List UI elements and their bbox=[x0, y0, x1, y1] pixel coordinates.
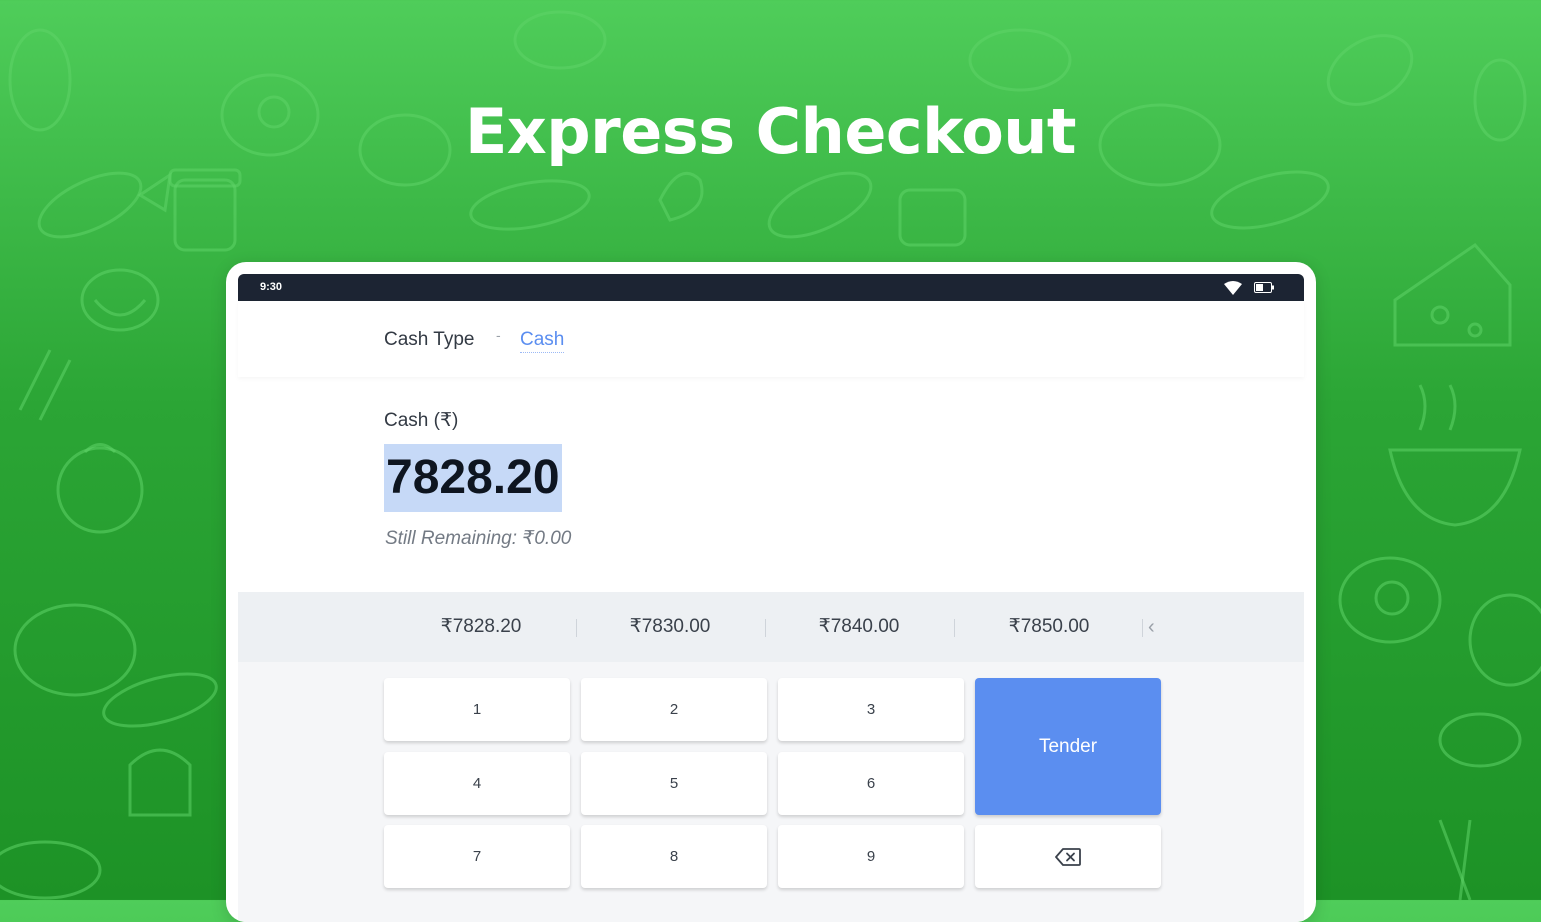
keypad-key-7[interactable]: 7 bbox=[384, 825, 570, 888]
cash-type-dropdown[interactable]: Cash bbox=[520, 329, 565, 353]
wifi-icon bbox=[1224, 281, 1242, 295]
keypad-key-2[interactable]: 2 bbox=[581, 678, 767, 741]
cash-amount-input[interactable]: 7828.20 bbox=[384, 444, 562, 512]
keypad-key-4[interactable]: 4 bbox=[384, 752, 570, 815]
keypad-key-8[interactable]: 8 bbox=[581, 825, 767, 888]
still-remaining-text: Still Remaining: ₹0.00 bbox=[385, 528, 572, 549]
tablet-device-frame: 9:30 Cash Type - Cash Cash (₹) 7828.20 S… bbox=[226, 262, 1316, 922]
quick-amount-button[interactable]: ₹7830.00 bbox=[575, 592, 765, 662]
status-bar: 9:30 bbox=[238, 274, 1304, 301]
keypad-key-6[interactable]: 6 bbox=[778, 752, 964, 815]
numeric-keypad: 1 2 3 4 5 6 7 8 9 Tender bbox=[238, 662, 1304, 922]
quick-amount-divider bbox=[1142, 619, 1143, 637]
backspace-icon bbox=[1055, 848, 1081, 866]
quick-amount-bar: ₹7828.20 ₹7830.00 ₹7840.00 ₹7850.00 ‹ bbox=[238, 592, 1304, 662]
cash-type-separator: - bbox=[496, 327, 501, 343]
backspace-button[interactable] bbox=[975, 825, 1161, 888]
cash-type-row: Cash Type - Cash bbox=[238, 301, 1304, 377]
keypad-key-1[interactable]: 1 bbox=[384, 678, 570, 741]
tender-button[interactable]: Tender bbox=[975, 678, 1161, 815]
quick-amount-button[interactable]: ₹7850.00 bbox=[954, 592, 1144, 662]
status-time: 9:30 bbox=[260, 281, 283, 293]
page-headline: Express Checkout bbox=[464, 95, 1077, 168]
battery-icon bbox=[1254, 282, 1274, 293]
quick-amount-button[interactable]: ₹7840.00 bbox=[764, 592, 954, 662]
keypad-key-9[interactable]: 9 bbox=[778, 825, 964, 888]
chevron-left-icon[interactable]: ‹ bbox=[1148, 592, 1155, 662]
keypad-key-5[interactable]: 5 bbox=[581, 752, 767, 815]
keypad-key-3[interactable]: 3 bbox=[778, 678, 964, 741]
cash-type-label: Cash Type bbox=[384, 329, 475, 350]
quick-amount-button[interactable]: ₹7828.20 bbox=[386, 592, 576, 662]
cash-amount-label: Cash (₹) bbox=[384, 410, 459, 431]
checkout-screen: Cash Type - Cash Cash (₹) 7828.20 Still … bbox=[238, 301, 1304, 922]
